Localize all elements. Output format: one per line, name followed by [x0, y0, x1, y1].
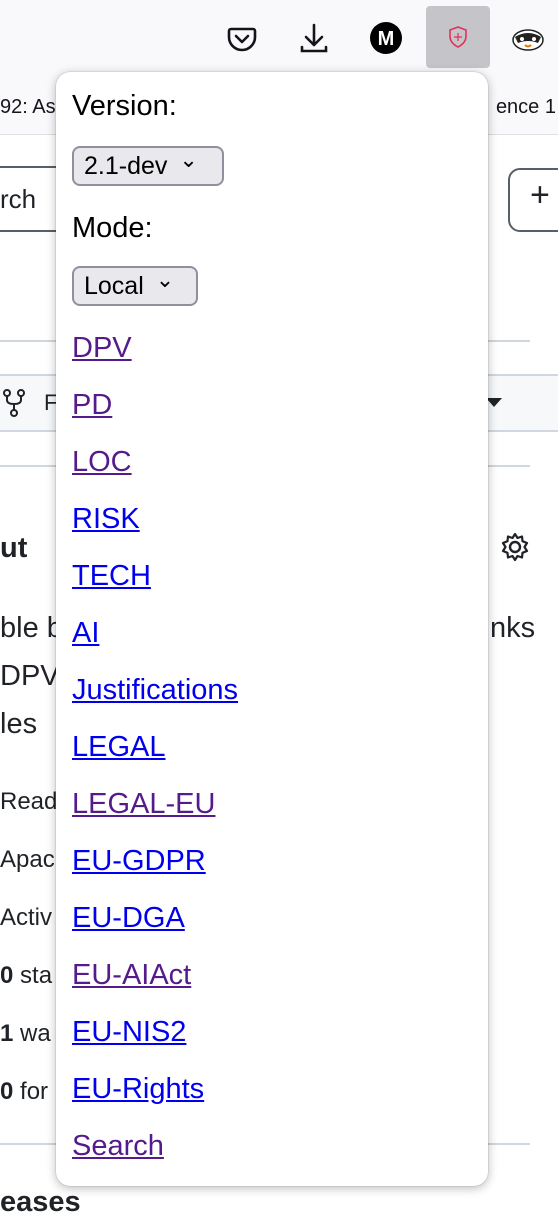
vocab-link-legal-eu[interactable]: LEGAL-EU: [72, 788, 238, 845]
watchers-link[interactable]: 1 wa: [0, 1020, 51, 1048]
releases-heading: eases: [0, 1186, 81, 1218]
vocabulary-links: DPV PD LOC RISK TECH AI Justifications LEGAL LEG…: [72, 332, 238, 1187]
mode-label: Mode:: [72, 212, 153, 244]
vocab-link-legal[interactable]: LEGAL: [72, 731, 238, 788]
vocab-link-eu-rights[interactable]: EU-Rights: [72, 1073, 238, 1130]
forks-label: for: [20, 1078, 49, 1105]
stars-label: sta: [20, 962, 53, 989]
vocab-link-search[interactable]: Search: [72, 1130, 238, 1187]
vocab-link-tech[interactable]: TECH: [72, 560, 238, 617]
dpv-extension-icon[interactable]: [426, 6, 490, 68]
search-input[interactable]: rch: [0, 166, 64, 232]
mode-select-value: Local: [84, 271, 144, 300]
vocab-link-dpv[interactable]: DPV: [72, 332, 238, 389]
vocab-link-loc[interactable]: LOC: [72, 446, 238, 503]
activity-link[interactable]: Activ: [0, 904, 52, 932]
svg-text:M: M: [378, 28, 395, 50]
mode-select[interactable]: Local ⌄: [72, 266, 198, 306]
create-new-button[interactable]: +: [508, 168, 558, 232]
pocket-icon[interactable]: [214, 10, 270, 66]
chevron-down-icon: ⌄: [179, 147, 198, 172]
vocab-link-risk[interactable]: RISK: [72, 503, 238, 560]
vocab-link-pd[interactable]: PD: [72, 389, 238, 446]
watch-label: wa: [20, 1020, 51, 1047]
search-input-text: rch: [0, 184, 37, 214]
version-select[interactable]: 2.1-dev ⌄: [72, 146, 224, 186]
medium-extension-icon[interactable]: M: [358, 10, 414, 66]
forks-link[interactable]: 0 for: [0, 1078, 48, 1106]
caret-down-icon: [486, 398, 502, 407]
description-line-1: ble b: [0, 612, 63, 644]
version-select-value: 2.1-dev: [84, 151, 168, 180]
privacy-badger-icon[interactable]: [500, 10, 556, 66]
vocab-link-justifications[interactable]: Justifications: [72, 674, 238, 731]
vocab-link-eu-dga[interactable]: EU-DGA: [72, 902, 238, 959]
browser-toolbar: M: [0, 0, 558, 76]
forks-count: 0: [0, 1078, 14, 1105]
description-line-1-end: nks: [490, 612, 536, 644]
license-link[interactable]: Apac: [0, 846, 55, 874]
stars-link[interactable]: 0 sta: [0, 962, 52, 990]
readme-link[interactable]: Read: [0, 788, 57, 816]
tab-title-fragment-right[interactable]: ence 1: [496, 96, 556, 119]
vocab-link-eu-gdpr[interactable]: EU-GDPR: [72, 845, 238, 902]
vocab-link-eu-aiact[interactable]: EU-AIAct: [72, 959, 238, 1016]
plus-label: +: [530, 176, 550, 214]
tab-title-fragment[interactable]: 92: As: [0, 96, 56, 119]
extension-popup: Version: 2.1-dev ⌄ Mode: Local ⌄ DPV PD LO…: [56, 72, 488, 1186]
download-icon[interactable]: [286, 10, 342, 66]
chevron-down-icon: ⌄: [155, 267, 175, 292]
version-label: Version:: [72, 90, 177, 122]
vocab-link-eu-nis2[interactable]: EU-NIS2: [72, 1016, 238, 1073]
vocab-link-ai[interactable]: AI: [72, 617, 238, 674]
description-line-2: DPV: [0, 660, 60, 692]
gear-icon[interactable]: [500, 532, 530, 567]
description-line-3: les: [0, 708, 38, 740]
fork-icon: [3, 389, 25, 417]
watch-count: 1: [0, 1020, 14, 1047]
stars-count: 0: [0, 962, 14, 989]
about-heading: ut: [0, 532, 28, 564]
